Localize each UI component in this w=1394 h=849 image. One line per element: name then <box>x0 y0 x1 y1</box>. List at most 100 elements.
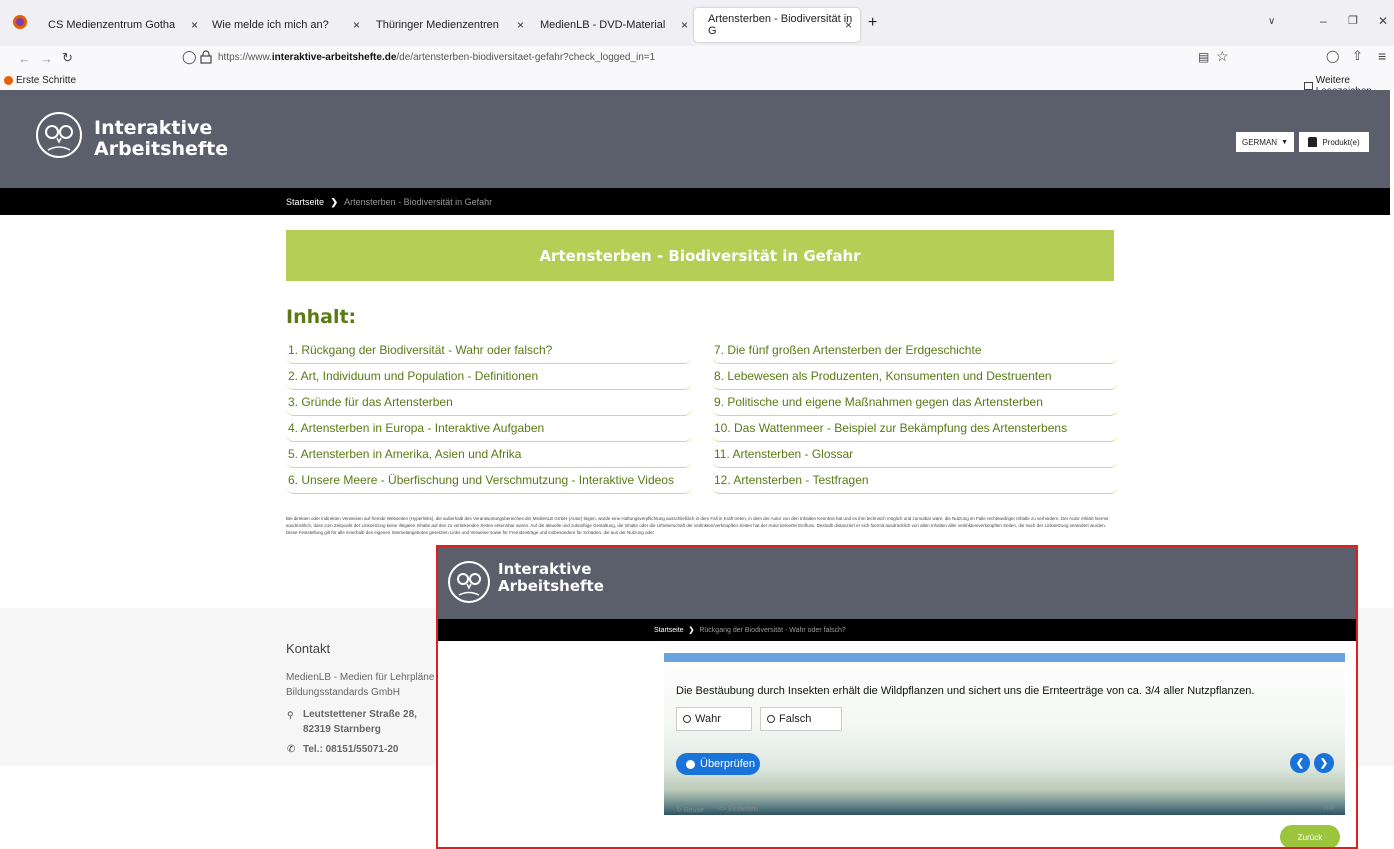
radio-icon <box>683 715 691 723</box>
breadcrumb-current: Rückgang der Biodiversität - Wahr oder f… <box>699 627 846 634</box>
bookmark-star-icon[interactable]: ☆ <box>1216 48 1229 65</box>
footer-city: 82319 Starnberg <box>303 724 381 735</box>
pocket-icon[interactable]: ◯ <box>1326 49 1339 63</box>
answer-false-option[interactable]: Falsch <box>760 707 842 731</box>
tab-label: Wie melde ich mich an? <box>212 19 329 31</box>
tab-wie-melde-ich-mich-an[interactable]: Wie melde ich mich an? × <box>198 8 368 42</box>
reuse-label: Reuse <box>683 807 705 814</box>
true-false-exercise: Die Bestäubung durch Insekten erhält die… <box>664 653 1345 815</box>
popup-logo-text[interactable]: Interaktive Arbeitshefte <box>498 561 604 594</box>
products-label: Produkt(e) <box>1322 137 1360 147</box>
shield-icon[interactable]: ◯ <box>182 49 197 65</box>
check-circle-icon <box>686 759 695 769</box>
embed-link[interactable]: <> Einbetten <box>718 806 758 813</box>
language-dropdown[interactable]: GERMAN ▼ <box>1236 132 1294 152</box>
products-button[interactable]: Produkt(e) <box>1299 132 1369 152</box>
owl-logo-icon[interactable] <box>36 112 82 158</box>
back-button[interactable]: Zurück <box>1280 825 1340 847</box>
close-icon[interactable]: × <box>191 18 198 32</box>
breadcrumb-home-link[interactable]: Startseite <box>286 197 324 207</box>
browser-tab-bar: CS Medienzentrum Gotha × Wie melde ich m… <box>0 0 1394 46</box>
reader-view-icon[interactable]: ▤ <box>1198 50 1209 64</box>
popup-header: Interaktive Arbeitshefte <box>438 547 1356 619</box>
toc-link-9[interactable]: 9. Politische und eigene Maßnahmen gegen… <box>712 394 1118 416</box>
tab-list-icon[interactable]: ∨ <box>1268 16 1275 27</box>
back-label: Zurück <box>1297 832 1323 842</box>
check-label: Überprüfen <box>700 758 756 770</box>
exercise-top-bar <box>664 653 1345 662</box>
tab-label: Thüringer Medienzentren <box>376 19 499 31</box>
embed-icon: <> <box>718 806 727 813</box>
site-logo-text[interactable]: Interaktive Arbeitshefte <box>94 118 228 160</box>
footer-street: Leutstettener Straße 28, <box>303 709 417 720</box>
check-button[interactable]: Überprüfen <box>676 753 760 775</box>
contents-heading: Inhalt: <box>286 306 357 328</box>
menu-icon[interactable]: ≡ <box>1378 48 1386 64</box>
toc-link-2[interactable]: 2. Art, Individuum und Population - Defi… <box>286 368 692 390</box>
previous-arrow-button[interactable]: ❮ <box>1290 753 1310 773</box>
folder-icon <box>1304 82 1313 90</box>
tab-thueringer-medienzentren[interactable]: Thüringer Medienzentren × <box>362 8 532 42</box>
breadcrumb-home-link[interactable]: Startseite <box>654 627 684 634</box>
disclaimer-text: Bei direkten oder indirekten Verweisen a… <box>286 516 1109 535</box>
close-icon[interactable]: × <box>681 18 688 32</box>
reuse-link[interactable]: ↻ Reuse <box>676 806 704 814</box>
toc-link-1[interactable]: 1. Rückgang der Biodiversität - Wahr ode… <box>286 342 692 364</box>
h5p-footer: ↻ Reuse <> Einbetten H-P <box>664 803 1345 817</box>
toc-link-6[interactable]: 6. Unsere Meere - Überfischung und Versc… <box>286 472 692 494</box>
toc-link-10[interactable]: 10. Das Wattenmeer - Beispiel zur Bekämp… <box>712 420 1118 442</box>
toc-link-12[interactable]: 12. Artensterben - Testfragen <box>712 472 1118 494</box>
owl-logo-icon[interactable] <box>448 561 490 603</box>
answer-false-label: Falsch <box>779 713 812 725</box>
next-arrow-button[interactable]: ❯ <box>1314 753 1334 773</box>
bookmark-erste-schritte[interactable]: Erste Schritte <box>4 75 76 86</box>
toc-link-3[interactable]: 3. Gründe für das Artensterben <box>286 394 692 416</box>
answer-true-option[interactable]: Wahr <box>676 707 752 731</box>
tab-artensterben[interactable]: Artensterben - Biodiversität in G × <box>694 8 860 42</box>
logo-line-1: Interaktive <box>94 117 213 139</box>
tab-label: CS Medienzentrum Gotha <box>48 19 176 31</box>
breadcrumb-current: Artensterben - Biodiversität in Gefahr <box>344 197 493 207</box>
exercise-popup-window: Interaktive Arbeitshefte Startseite ❯ Rü… <box>436 545 1358 849</box>
close-icon[interactable]: × <box>845 18 852 32</box>
site-header: Interaktive Arbeitshefte GERMAN ▼ Produk… <box>0 90 1390 188</box>
bookmarks-toolbar: Erste Schritte Weitere Lesezeichen <box>0 72 1394 97</box>
address-bar: ← → ↻ ◯ https://www.interaktive-arbeitsh… <box>0 46 1394 72</box>
url-field[interactable]: https://www.interaktive-arbeitshefte.de/… <box>218 52 655 63</box>
tab-medienlb-dvd-material[interactable]: MedienLB - DVD-Material × <box>526 8 696 42</box>
forward-icon[interactable]: → <box>40 51 53 66</box>
firefox-icon[interactable] <box>12 14 28 30</box>
reuse-icon: ↻ <box>676 807 682 814</box>
toc-link-11[interactable]: 11. Artensterben - Glossar <box>712 446 1118 468</box>
minimize-icon[interactable]: – <box>1320 14 1327 28</box>
maximize-icon[interactable]: ❐ <box>1348 14 1358 27</box>
tab-label: Artensterben - Biodiversität in G <box>708 13 853 37</box>
url-domain: interaktive-arbeitshefte.de <box>271 52 397 63</box>
answer-true-label: Wahr <box>695 713 721 725</box>
phone-icon: ✆ <box>287 744 296 755</box>
radio-icon <box>767 715 775 723</box>
toc-link-4[interactable]: 4. Artensterben in Europa - Interaktive … <box>286 420 692 442</box>
chevron-right-icon: ❯ <box>688 627 695 634</box>
toc-link-5[interactable]: 5. Artensterben in Amerika, Asien und Af… <box>286 446 692 468</box>
lock-icon[interactable] <box>200 50 212 64</box>
close-icon[interactable]: × <box>517 18 524 32</box>
close-icon[interactable]: × <box>353 18 360 32</box>
chevron-right-icon: ❯ <box>330 197 339 207</box>
footer-contact-heading: Kontakt <box>286 641 331 656</box>
reload-icon[interactable]: ↻ <box>62 50 73 66</box>
new-tab-button[interactable]: + <box>868 14 877 32</box>
page-title: Artensterben - Biodiversität in Gefahr <box>539 246 861 265</box>
toc-link-7[interactable]: 7. Die fünf großen Artensterben der Erdg… <box>712 342 1118 364</box>
h5p-logo[interactable]: H-P <box>1324 806 1334 812</box>
caret-down-icon: ▼ <box>1281 138 1289 146</box>
tab-medienzentrum-gotha[interactable]: CS Medienzentrum Gotha × <box>34 8 206 42</box>
tab-label: MedienLB - DVD-Material <box>540 19 666 31</box>
window-close-icon[interactable]: ✕ <box>1378 14 1388 28</box>
toc-link-8[interactable]: 8. Lebewesen als Produzenten, Konsumente… <box>712 368 1118 390</box>
share-icon[interactable]: ⇧ <box>1352 48 1363 64</box>
footer-phone: Tel.: 08151/55071-20 <box>303 744 399 755</box>
logo-line-2: Arbeitshefte <box>94 137 229 160</box>
logo-line-1: Interaktive <box>498 560 592 578</box>
back-icon[interactable]: ← <box>18 51 31 66</box>
